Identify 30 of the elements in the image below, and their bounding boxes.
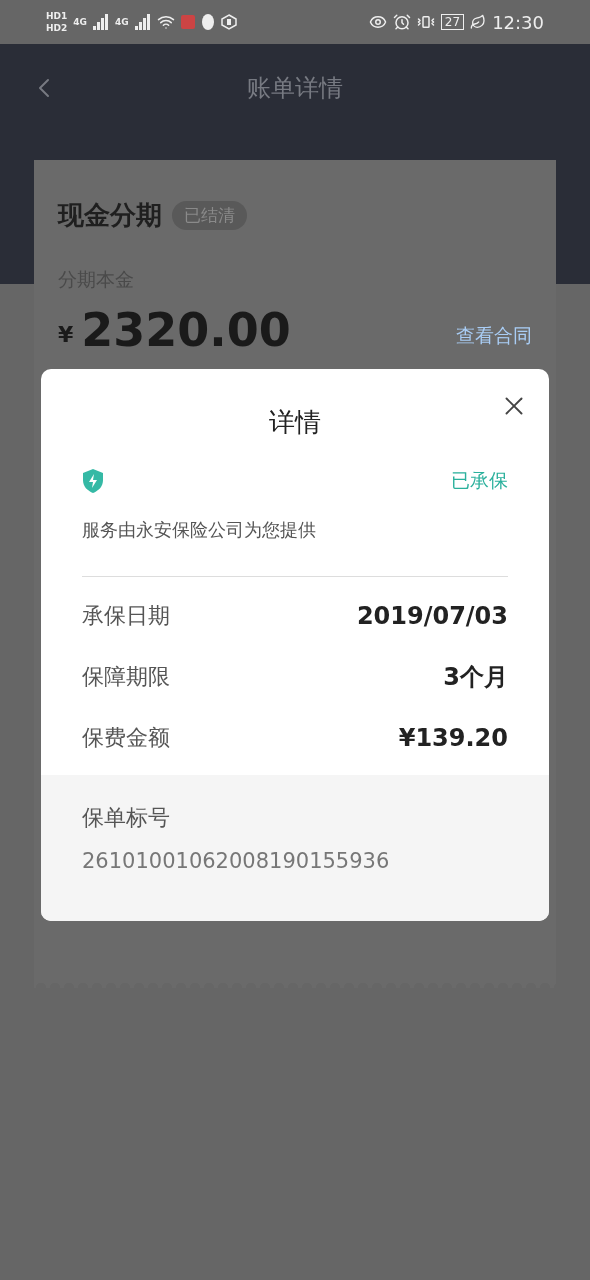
currency-sign: ¥: [58, 322, 74, 347]
provider-text: 服务由永安保险公司为您提供: [82, 518, 508, 577]
detail-label: 承保日期: [82, 602, 170, 630]
wifi-icon: [156, 13, 175, 31]
leaf-icon: [470, 14, 487, 30]
battery-level: 27: [440, 14, 465, 30]
signal-icon: [92, 14, 109, 30]
policy-number: 26101001062008190155936: [82, 849, 391, 873]
insured-status: 已承保: [451, 468, 508, 493]
detail-label: 保费金额: [82, 724, 170, 752]
dialog-title: 详情: [268, 406, 322, 439]
detail-value: ¥139.20: [398, 724, 508, 752]
clock-time: 12:30: [492, 11, 544, 33]
detail-value: 2019/07/03: [356, 602, 508, 630]
sim-label: HD1: [46, 11, 68, 21]
alarm-icon: [392, 13, 411, 31]
detail-label: 保障期限: [82, 663, 170, 691]
sim-label: HD2: [46, 23, 68, 33]
shield-icon: [82, 468, 104, 494]
bill-title: 现金分期: [58, 199, 162, 232]
eye-icon: [368, 13, 387, 31]
page-title: 账单详情: [247, 73, 343, 104]
network-label: 4G: [114, 17, 129, 27]
policy-label: 保单标号: [82, 804, 171, 832]
signal-icon: [134, 14, 151, 30]
vibrate-icon: [416, 13, 435, 31]
network-label: 4G: [73, 17, 87, 27]
detail-value: 3个月: [443, 662, 508, 693]
principal-amount: 2320.00: [81, 307, 291, 353]
contract-link[interactable]: 查看合同: [456, 323, 532, 349]
